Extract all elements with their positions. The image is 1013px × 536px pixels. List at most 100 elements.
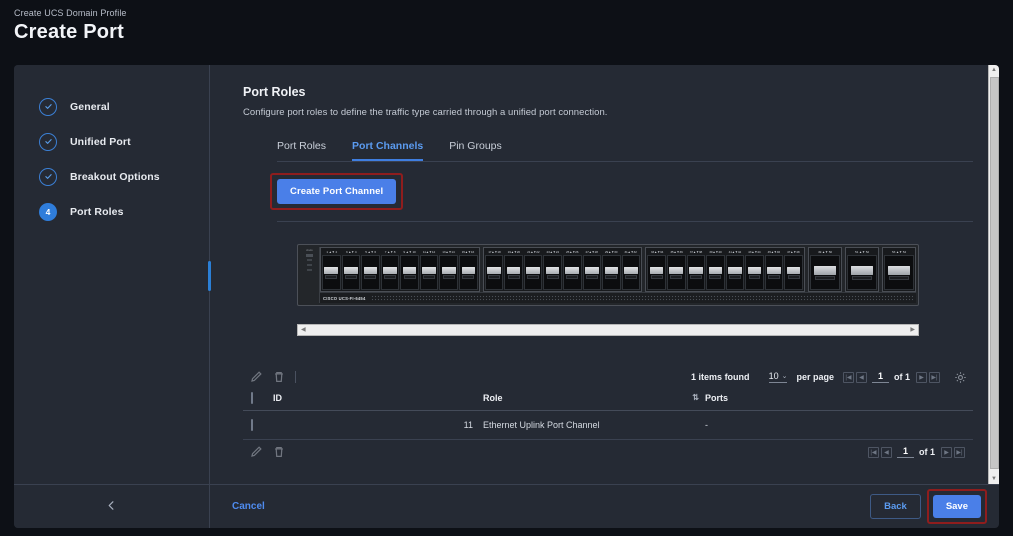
row-checkbox[interactable] — [251, 419, 253, 431]
switch-horizontal-scrollbar[interactable]: ◀ ▶ — [297, 324, 919, 336]
port-cage[interactable] — [726, 255, 745, 290]
table-row[interactable]: 11 Ethernet Uplink Port Channel - — [243, 411, 973, 440]
port-cage[interactable] — [485, 255, 504, 290]
transceiver-module — [526, 267, 540, 274]
back-button[interactable]: Back — [870, 494, 921, 519]
port-cage[interactable] — [667, 255, 686, 290]
transceiver-module — [422, 267, 436, 274]
port-cage[interactable] — [524, 255, 543, 290]
column-header-ports[interactable]: Ports — [705, 388, 973, 411]
scroll-up-icon[interactable]: ▲ — [991, 65, 997, 75]
port-group-6[interactable]: 53 ▲▼ 54 — [882, 247, 916, 292]
port-slot — [729, 275, 741, 279]
port-cage[interactable] — [420, 255, 439, 290]
port-cage[interactable] — [745, 255, 764, 290]
fabric-interconnect-graphic[interactable]: cisco 1 ▲▼ 23 ▲▼ 45 ▲▼ 67 ▲▼ 89 ▲▼ 1011▲… — [297, 244, 919, 306]
table-toolbar: 1 items found 10 ⌄ per page |◀ ◀ 1 of 1 … — [243, 366, 973, 388]
port-cage[interactable] — [439, 255, 458, 290]
vertical-scrollbar-thumb[interactable] — [990, 77, 999, 469]
port-cage[interactable] — [647, 255, 666, 290]
content-column: Port Roles Configure port roles to defin… — [210, 65, 999, 528]
port-group-1[interactable]: 1 ▲▼ 23 ▲▼ 45 ▲▼ 67 ▲▼ 89 ▲▼ 1011▲▼1213▲… — [320, 247, 480, 292]
prev-page-button[interactable]: ◀ — [856, 372, 867, 383]
port-group-4[interactable]: 49 ▲▼ 50 — [808, 247, 842, 292]
transceiver-module — [624, 267, 638, 274]
port-cage[interactable] — [687, 255, 706, 290]
save-button-wrapper: Save — [933, 495, 981, 518]
tab-pin-groups[interactable]: Pin Groups — [449, 140, 502, 161]
transceiver-module — [487, 267, 501, 274]
port-cage[interactable] — [342, 255, 361, 290]
port-group-3[interactable]: 33▲▼3435▲▼3637▲▼3839▲▼4041▲▼4243▲▼4445▲▼… — [645, 247, 805, 292]
tab-port-channels[interactable]: Port Channels — [352, 140, 423, 161]
footer-last-page-button[interactable]: ▶| — [954, 447, 965, 458]
column-header-id[interactable]: ID — [273, 388, 483, 411]
step-complete-icon — [39, 168, 57, 186]
pencil-icon[interactable] — [249, 445, 263, 459]
gear-icon[interactable] — [954, 371, 967, 384]
switch-logo: cisco — [306, 249, 312, 252]
trash-icon[interactable] — [272, 370, 286, 384]
per-page-label: per page — [796, 372, 834, 382]
port-cage[interactable] — [361, 255, 380, 290]
port-cage[interactable] — [884, 255, 914, 290]
cell-role: Ethernet Uplink Port Channel — [483, 411, 705, 440]
create-port-channel-button[interactable]: Create Port Channel — [277, 179, 396, 204]
page-number-input[interactable]: 1 — [872, 371, 889, 383]
port-slot — [345, 275, 357, 279]
status-led — [307, 259, 312, 261]
transceiver-module — [787, 267, 801, 274]
sidebar-collapse-button[interactable] — [14, 485, 209, 528]
footer-page-number[interactable]: 1 — [897, 446, 914, 458]
pencil-icon[interactable] — [249, 370, 263, 384]
port-cage[interactable] — [563, 255, 582, 290]
tab-port-roles[interactable]: Port Roles — [277, 140, 326, 161]
column-header-role[interactable]: Role ⇅ — [483, 388, 705, 411]
per-page-select[interactable]: 10 ⌄ — [769, 371, 788, 383]
next-page-button[interactable]: ▶ — [916, 372, 927, 383]
transceiver-module — [507, 267, 521, 274]
port-group-2[interactable]: 17▲▼1819▲▼2021▲▼2223▲▼2425▲▼2627▲▼2829▲▼… — [483, 247, 643, 292]
port-cage[interactable] — [381, 255, 400, 290]
scroll-down-icon[interactable]: ▼ — [991, 474, 997, 484]
port-cages — [884, 255, 914, 290]
trash-icon[interactable] — [272, 445, 286, 459]
toolbar-separator — [295, 371, 296, 383]
last-page-button[interactable]: ▶| — [929, 372, 940, 383]
port-cage[interactable] — [543, 255, 562, 290]
sidebar-item-unified-port[interactable]: Unified Port — [14, 124, 209, 159]
port-slot — [651, 275, 663, 279]
sort-icon[interactable]: ⇅ — [692, 393, 699, 402]
port-cage[interactable] — [602, 255, 621, 290]
sidebar-item-general[interactable]: General — [14, 89, 209, 124]
port-group-5[interactable]: 51 ▲▼ 52 — [845, 247, 879, 292]
footer-next-page-button[interactable]: ▶ — [941, 447, 952, 458]
first-page-button[interactable]: |◀ — [843, 372, 854, 383]
port-cage[interactable] — [400, 255, 419, 290]
port-cage[interactable] — [765, 255, 784, 290]
content-vertical-scrollbar[interactable]: ▲ ▼ — [988, 65, 999, 484]
sidebar-item-port-roles[interactable]: 4 Port Roles — [14, 194, 209, 229]
transceiver-module — [605, 267, 619, 274]
select-all-checkbox[interactable] — [251, 392, 253, 404]
port-slot — [423, 275, 435, 279]
port-cage[interactable] — [459, 255, 478, 290]
port-cage[interactable] — [810, 255, 840, 290]
port-cage[interactable] — [504, 255, 523, 290]
port-cage[interactable] — [784, 255, 803, 290]
scroll-right-icon[interactable]: ▶ — [907, 327, 918, 333]
sidebar-item-breakout-options[interactable]: Breakout Options — [14, 159, 209, 194]
port-cage[interactable] — [322, 255, 341, 290]
port-cage[interactable] — [583, 255, 602, 290]
footer-first-page-button[interactable]: |◀ — [868, 447, 879, 458]
save-button[interactable]: Save — [933, 495, 981, 518]
chevron-down-icon: ⌄ — [782, 372, 788, 380]
port-slot — [462, 275, 474, 279]
column-header-role-label: Role — [483, 393, 503, 403]
port-cage[interactable] — [622, 255, 641, 290]
footer-prev-page-button[interactable]: ◀ — [881, 447, 892, 458]
port-cage[interactable] — [706, 255, 725, 290]
cancel-button[interactable]: Cancel — [232, 501, 265, 512]
scroll-left-icon[interactable]: ◀ — [298, 327, 309, 333]
port-cage[interactable] — [847, 255, 877, 290]
